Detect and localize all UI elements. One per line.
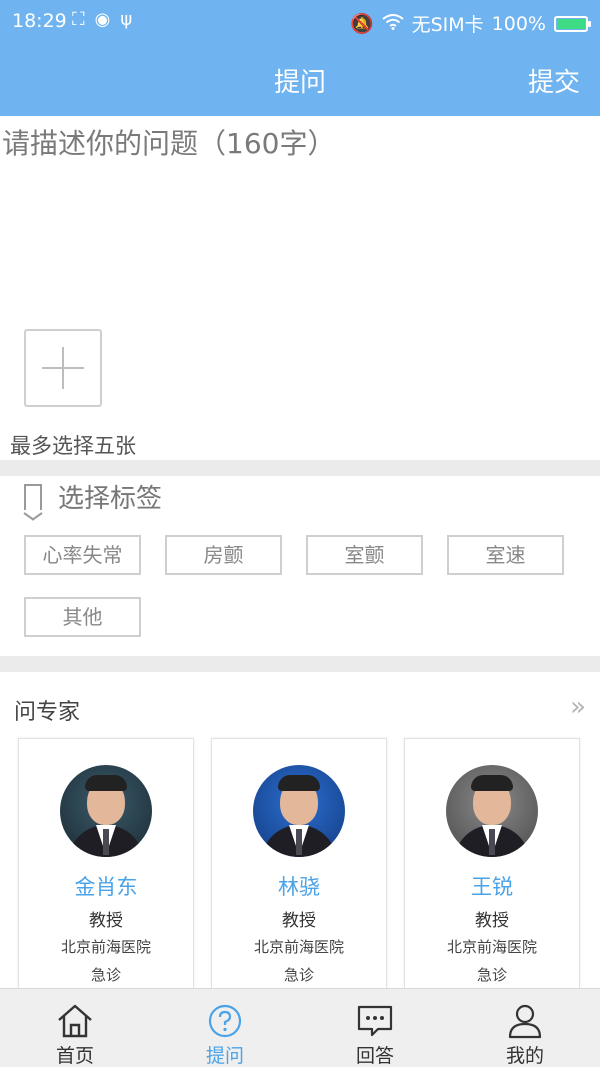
expert-hospital: 北京前海医院	[253, 938, 344, 956]
chat-icon	[357, 1005, 393, 1037]
network-status: 无SIM卡	[411, 14, 484, 36]
expert-name: 林骁	[278, 875, 320, 899]
avatar	[253, 765, 345, 857]
battery-percent: 100%	[491, 12, 546, 35]
tab-label: 提问	[205, 1045, 244, 1067]
expert-rank: 教授	[475, 911, 509, 931]
tag-ventricular-fibrillation[interactable]: 室颤	[306, 535, 423, 575]
tags-header: 选择标签	[24, 478, 162, 515]
section-divider	[0, 460, 600, 476]
home-icon	[58, 1004, 92, 1038]
page-title: 提问	[273, 68, 326, 98]
mute-icon: 🔕	[349, 13, 374, 35]
nav-bar: 提问 提交	[0, 42, 600, 116]
question-icon	[208, 1004, 242, 1038]
tags-title: 选择标签	[58, 484, 163, 514]
wifi-icon	[381, 13, 404, 35]
expert-hospital: 北京前海医院	[60, 938, 151, 956]
section-divider	[0, 656, 600, 672]
expert-department: 急诊	[476, 966, 507, 984]
bookmark-icon	[24, 483, 42, 510]
expert-rank: 教授	[89, 911, 123, 931]
double-chevron-right-icon[interactable]: »	[570, 692, 586, 722]
tab-label: 首页	[55, 1045, 94, 1067]
submit-button[interactable]: 提交	[528, 62, 580, 99]
expert-hospital: 北京前海医院	[446, 938, 537, 956]
status-time: 18:29	[12, 10, 67, 32]
status-right: 🔕 无SIM卡 100%	[349, 10, 591, 37]
avatar	[60, 765, 152, 857]
add-photo-button[interactable]	[24, 329, 102, 407]
experts-title: 问专家	[14, 700, 81, 725]
avatar	[446, 765, 538, 857]
screenshot-icon: ⛶	[72, 9, 85, 30]
tab-label: 回答	[355, 1045, 394, 1067]
photo-limit-hint: 最多选择五张	[10, 434, 136, 458]
tab-mine[interactable]: 我的	[450, 989, 600, 1067]
expert-name: 王锐	[471, 875, 513, 899]
battery-icon	[554, 15, 591, 32]
tag-other[interactable]: 其他	[24, 597, 141, 637]
expert-card[interactable]: 王锐 教授 北京前海医院 急诊	[404, 738, 580, 998]
expert-name: 金肖东	[74, 875, 138, 899]
tag-arrhythmia[interactable]: 心率失常	[24, 535, 141, 575]
fish-icon: ◉	[94, 9, 111, 30]
status-left-icons: ⛶ ◉ ψ	[72, 9, 132, 30]
battery-fill	[557, 18, 585, 29]
tab-label: 我的	[505, 1045, 544, 1067]
usb-icon: ψ	[120, 9, 133, 30]
expert-card[interactable]: 林骁 教授 北京前海医院 急诊	[211, 738, 387, 998]
question-input[interactable]	[0, 116, 600, 316]
expert-department: 急诊	[283, 966, 314, 984]
expert-department: 急诊	[90, 966, 121, 984]
tab-answer[interactable]: 回答	[300, 989, 450, 1067]
tab-home[interactable]: 首页	[0, 989, 150, 1067]
user-icon	[508, 1004, 542, 1039]
expert-card[interactable]: 金肖东 教授 北京前海医院 急诊	[18, 738, 194, 998]
tab-ask[interactable]: 提问	[150, 989, 300, 1067]
bottom-tab-bar: 首页 提问 回答 我的	[0, 988, 600, 1067]
status-bar: 18:29 ⛶ ◉ ψ 🔕 无SIM卡 100%	[0, 0, 600, 42]
expert-rank: 教授	[282, 911, 316, 931]
tag-atrial-fibrillation[interactable]: 房颤	[165, 535, 282, 575]
tag-ventricular-tachycardia[interactable]: 室速	[447, 535, 564, 575]
